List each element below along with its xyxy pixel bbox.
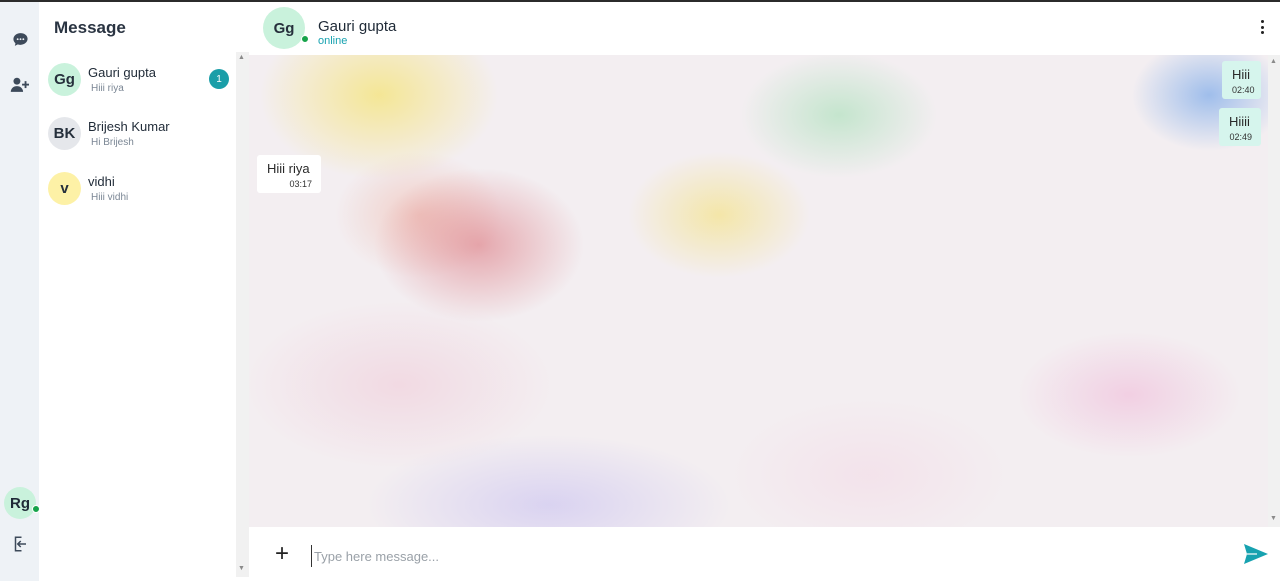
add-user-icon[interactable] [9, 74, 31, 96]
contact-avatar: Gg [48, 63, 81, 96]
message-composer: + [249, 527, 1280, 581]
chat-contact-initials: Gg [273, 19, 295, 37]
panel-title: Message [54, 18, 126, 37]
chat-contact-avatar[interactable]: Gg [263, 7, 305, 49]
message-time: 02:49 [1229, 132, 1252, 142]
contact-item-brijesh-kumar[interactable]: BK Brijesh Kumar Hi Brijesh [39, 117, 236, 167]
message-input[interactable] [311, 545, 1211, 567]
contact-name: vidhi [88, 174, 115, 189]
logout-icon[interactable] [9, 533, 31, 555]
message-text: Hiii riya [267, 161, 310, 176]
message-bubble-outgoing: Hiiii 02:49 [1219, 108, 1261, 146]
unread-badge: 1 [209, 69, 229, 89]
current-user-avatar[interactable]: Rg [4, 487, 36, 519]
contact-preview: Hiii vidhi [91, 192, 129, 203]
attach-plus-icon[interactable]: + [271, 542, 293, 566]
chat-messages-area: Hiii 02:40 Hiiii 02:49 Hiii riya 03:17 [249, 55, 1268, 527]
current-user-initials: Rg [10, 494, 30, 512]
message-bubble-outgoing: Hiii 02:40 [1222, 61, 1261, 99]
contact-item-gauri-gupta[interactable]: Gg Gauri gupta Hiii riya 1 [39, 63, 236, 113]
contact-preview: Hiii riya [91, 83, 124, 94]
more-options-icon[interactable] [1255, 19, 1269, 35]
chat-scrollbar[interactable]: ▲ ▼ [1268, 55, 1280, 527]
message-time: 02:40 [1232, 85, 1255, 95]
chat-contact-online-dot [301, 35, 309, 43]
scroll-up-arrow-icon[interactable]: ▲ [238, 54, 245, 61]
message-time: 03:17 [289, 179, 312, 189]
scroll-down-arrow-icon[interactable]: ▼ [1270, 515, 1277, 522]
chat-contact-status: online [318, 35, 348, 47]
send-icon[interactable] [1243, 542, 1269, 566]
contact-name: Brijesh Kumar [88, 119, 170, 134]
contact-item-vidhi[interactable]: v vidhi Hiii vidhi [39, 172, 236, 222]
contacts-scrollbar[interactable]: ▲ ▼ [236, 52, 249, 577]
message-bubble-incoming: Hiii riya 03:17 [257, 155, 321, 193]
scroll-up-arrow-icon[interactable]: ▲ [1270, 58, 1277, 65]
contact-avatar: BK [48, 117, 81, 150]
contact-avatar: v [48, 172, 81, 205]
contacts-panel: Message Gg Gauri gupta Hiii riya 1 BK Br… [39, 2, 236, 581]
scroll-down-arrow-icon[interactable]: ▼ [238, 565, 245, 572]
nav-rail: Rg [0, 2, 40, 581]
chat-bubble-icon[interactable] [9, 28, 31, 50]
chat-header: Gg Gauri gupta online [249, 2, 1280, 55]
chat-contact-name: Gauri gupta [318, 18, 397, 35]
message-text: Hiiii [1229, 114, 1250, 129]
message-text: Hiii [1232, 67, 1251, 82]
contact-name: Gauri gupta [88, 65, 156, 80]
contact-preview: Hi Brijesh [91, 137, 134, 148]
